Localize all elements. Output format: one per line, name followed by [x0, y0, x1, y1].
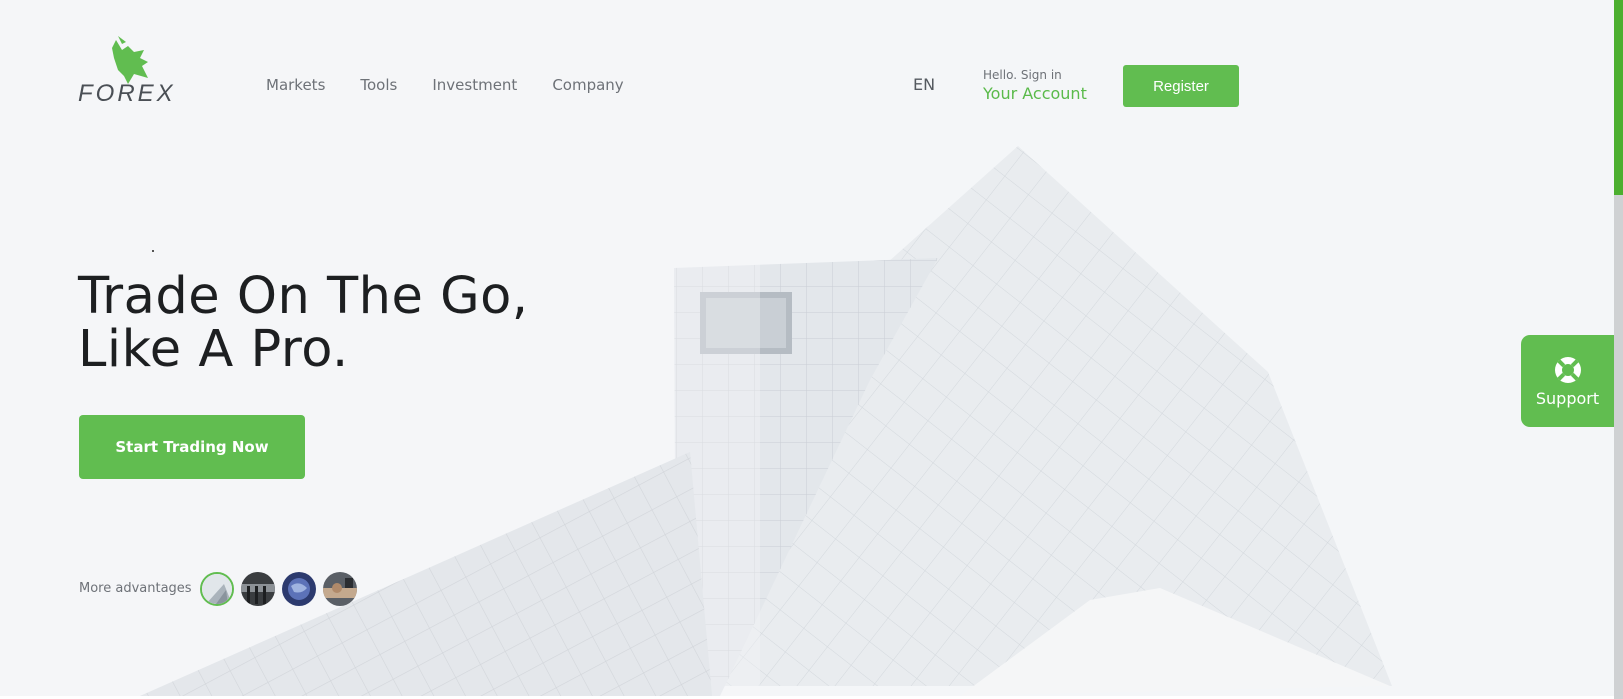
scrollbar-track[interactable] [1614, 195, 1623, 699]
hero-title: Trade On The Go, Like A Pro. [78, 270, 529, 376]
more-advantages-label: More advantages [79, 581, 192, 596]
decorative-dot [152, 250, 154, 252]
advantages-thumbnails [200, 572, 364, 606]
account-link[interactable]: Hello. Sign in Your Account [983, 68, 1087, 105]
account-greeting: Hello. Sign in [983, 68, 1062, 82]
advantage-thumbnail-building[interactable] [200, 572, 234, 606]
hero-title-line-1: Trade On The Go, [78, 267, 529, 326]
landing-page: FOREX Markets Tools Investment Company E… [0, 0, 1623, 699]
globe-thumbnail [282, 572, 316, 606]
hero-title-line-2: Like A Pro. [78, 320, 349, 379]
your-account-link[interactable]: Your Account [983, 83, 1087, 105]
main-nav: Markets Tools Investment Company [266, 76, 659, 94]
support-tab[interactable]: Support [1521, 335, 1614, 427]
language-selector[interactable]: EN [913, 75, 935, 94]
nav-item-markets[interactable]: Markets [266, 76, 325, 94]
logo-text: FOREX [78, 80, 176, 107]
nav-item-tools[interactable]: Tools [360, 76, 397, 94]
nav-item-investment[interactable]: Investment [432, 76, 517, 94]
register-button[interactable]: Register [1123, 65, 1239, 107]
advantage-thumbnail-handshake[interactable] [323, 572, 357, 606]
advantage-thumbnail-office[interactable] [241, 572, 275, 606]
office-thumbnail [241, 572, 275, 606]
lifebuoy-icon [1554, 356, 1581, 383]
support-label: Support [1535, 388, 1600, 408]
scrollbar-thumb[interactable] [1614, 0, 1623, 195]
building-thumbnail [202, 574, 232, 604]
handshake-thumbnail [323, 572, 357, 606]
nav-item-company[interactable]: Company [552, 76, 623, 94]
forex-logo[interactable]: FOREX [78, 36, 182, 107]
page-scrollbar[interactable] [1614, 0, 1623, 699]
start-trading-button[interactable]: Start Trading Now [79, 415, 305, 479]
advantage-thumbnail-globe[interactable] [282, 572, 316, 606]
